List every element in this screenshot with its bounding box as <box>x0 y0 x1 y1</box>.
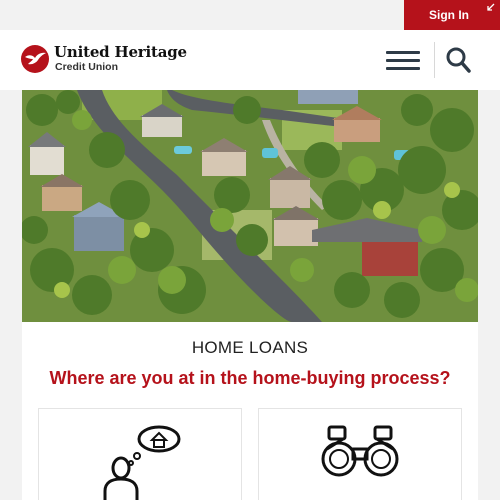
logo-eagle-icon <box>21 45 49 73</box>
aerial-neighborhood-photo <box>22 90 478 322</box>
binoculars-icon <box>321 425 399 477</box>
section-title: HOME LOANS <box>191 338 309 357</box>
site-header: United Heritage Credit Union <box>0 30 500 90</box>
card-thinking-about-home[interactable] <box>38 408 242 500</box>
sign-in-label: Sign In <box>429 8 469 22</box>
external-arrow-icon <box>487 3 495 11</box>
top-utility-bar: Sign In <box>0 0 500 30</box>
card-looking-for-home[interactable] <box>258 408 462 500</box>
header-divider <box>434 42 435 78</box>
section-subtitle: Where are you at in the home-buying proc… <box>49 368 451 388</box>
hamburger-menu-icon[interactable] <box>386 45 420 75</box>
sign-in-button[interactable]: Sign In <box>404 0 500 30</box>
hero-image <box>22 90 478 322</box>
logo-name: United Heritage <box>54 43 187 62</box>
home-loans-section: HOME LOANS Where are you at in the home-… <box>22 322 478 500</box>
person-thinking-home-icon <box>103 425 181 500</box>
search-icon[interactable] <box>445 46 471 74</box>
logo[interactable]: United Heritage Credit Union <box>20 44 187 74</box>
logo-subtitle: Credit Union <box>55 61 118 74</box>
house <box>298 90 358 104</box>
